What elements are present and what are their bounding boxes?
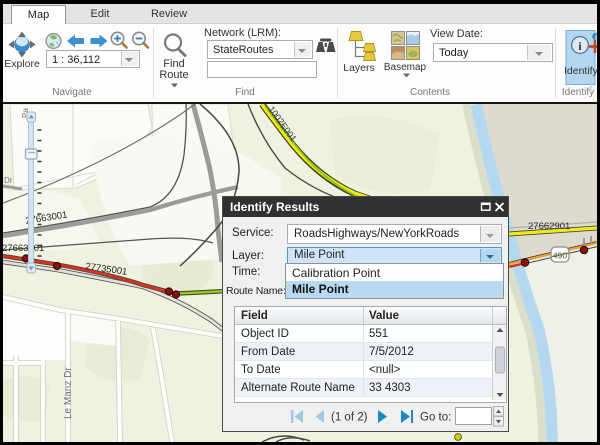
svg-text:i: i (595, 33, 597, 42)
svg-text:Le Manz Dr: Le Manz Dr (63, 367, 74, 419)
svg-text:490: 490 (553, 251, 567, 261)
svg-text:Dr: Dr (4, 176, 13, 185)
svg-text:(1 of 2): (1 of 2) (331, 412, 368, 424)
svg-text:27663101: 27663101 (3, 243, 44, 254)
svg-text:27662901: 27662901 (528, 221, 570, 232)
svg-text:Go to:: Go to: (420, 412, 451, 424)
